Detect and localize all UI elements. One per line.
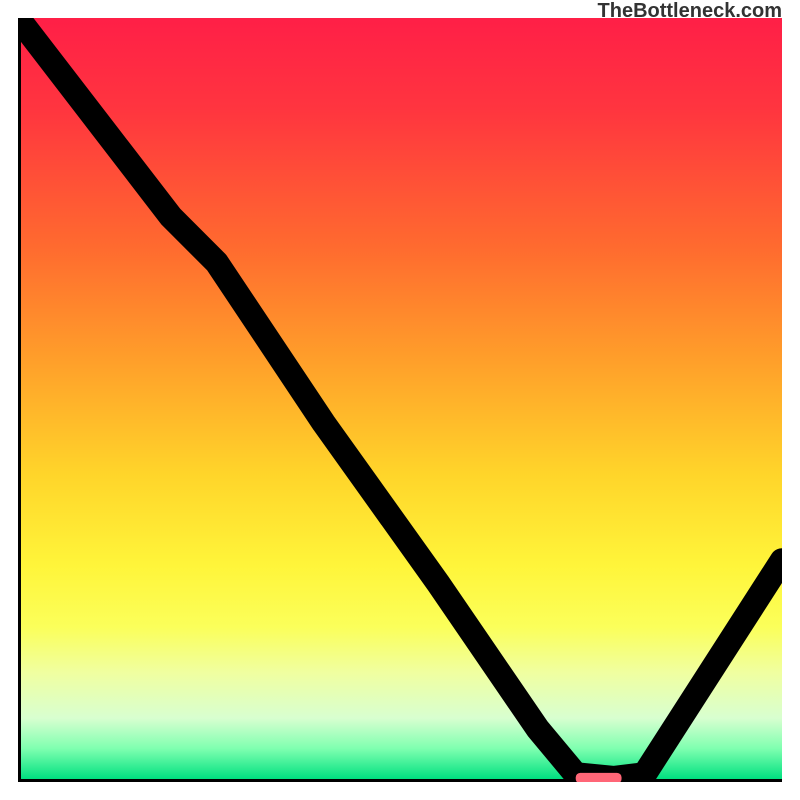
bottleneck-chart: TheBottleneck.com	[0, 0, 800, 800]
watermark-text: TheBottleneck.com	[598, 0, 782, 23]
plot-area	[18, 18, 782, 782]
